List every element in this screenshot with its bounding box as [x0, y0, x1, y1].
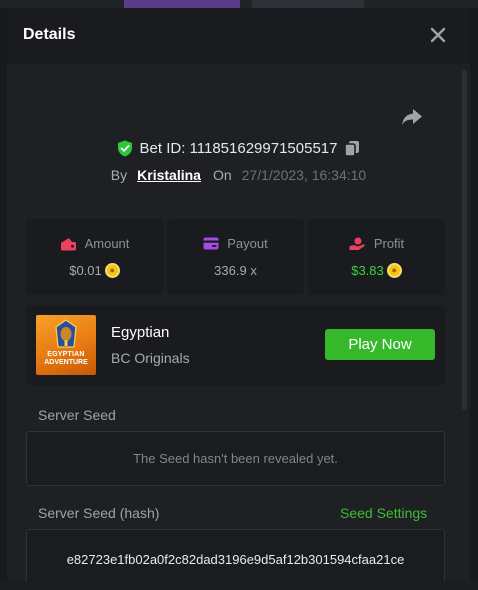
seed-settings-link[interactable]: Seed Settings: [340, 505, 427, 521]
coin-icon: ●: [386, 263, 402, 278]
modal-header: Details: [7, 8, 470, 64]
stat-payout-label: Payout: [227, 236, 268, 251]
bet-date: 27/1/2023, 16:34:10: [241, 167, 367, 183]
stat-profit-value: $3.83: [351, 263, 384, 278]
card-icon: [203, 237, 219, 250]
bet-id-row: Bet ID: 111851629971505517: [7, 138, 470, 158]
pharaoh-icon: [55, 319, 77, 348]
game-thumbnail[interactable]: EGYPTIAN ADVENTURE: [36, 315, 96, 375]
by-label: By: [110, 167, 128, 183]
game-name[interactable]: Egyptian: [111, 324, 169, 341]
stat-amount: Amount $0.01 ●: [26, 219, 163, 295]
player-name-link[interactable]: Kristalina: [137, 167, 201, 183]
stat-payout-value: 336.9 x: [214, 263, 257, 278]
on-label: On: [212, 167, 232, 183]
scrollbar[interactable]: [462, 70, 467, 410]
server-seed-hash-field: e82723e1fb02a0f2c82dad3196e9d5af12b30159…: [26, 529, 445, 582]
server-seed-field: The Seed hasn't been revealed yet.: [26, 431, 445, 486]
stat-profit: Profit $3.83 ●: [308, 219, 445, 295]
server-seed-label: Server Seed: [38, 407, 116, 423]
background-wallet-tab: [124, 0, 240, 8]
wallet-money-icon: [60, 237, 76, 250]
background-user-tab: [252, 0, 364, 8]
bet-details-modal: Details Bet ID: 111851629971505517 By Kr…: [7, 8, 470, 582]
game-provider: BC Originals: [111, 350, 190, 366]
thumbnail-title-line1: EGYPTIAN: [47, 351, 85, 358]
game-card: EGYPTIAN ADVENTURE Egyptian BC Originals…: [26, 305, 445, 385]
server-seed-hash-value[interactable]: e82723e1fb02a0f2c82dad3196e9d5af12b30159…: [67, 552, 405, 567]
share-icon[interactable]: [401, 108, 423, 126]
server-seed-hash-label: Server Seed (hash): [38, 505, 160, 521]
stat-payout: Payout 336.9 x: [167, 219, 304, 295]
stat-amount-value: $0.01: [69, 263, 102, 278]
coin-icon: ●: [104, 263, 120, 278]
bet-stats: Amount $0.01 ● Payout 336.9 x Profit $3.…: [26, 219, 445, 295]
stat-amount-label: Amount: [84, 236, 130, 251]
play-now-button[interactable]: Play Now: [325, 329, 435, 360]
thumbnail-title-line2: ADVENTURE: [44, 359, 88, 366]
profit-hand-icon: [349, 237, 365, 250]
server-seed-value: The Seed hasn't been revealed yet.: [133, 451, 338, 466]
modal-title: Details: [23, 26, 76, 43]
bet-id: Bet ID: 111851629971505517: [139, 139, 338, 157]
stat-profit-label: Profit: [373, 236, 405, 251]
copy-icon[interactable]: [344, 140, 360, 157]
close-icon[interactable]: [427, 24, 449, 46]
bet-meta-row: By Kristalina On 27/1/2023, 16:34:10: [7, 165, 470, 185]
shield-check-icon: [117, 140, 132, 156]
